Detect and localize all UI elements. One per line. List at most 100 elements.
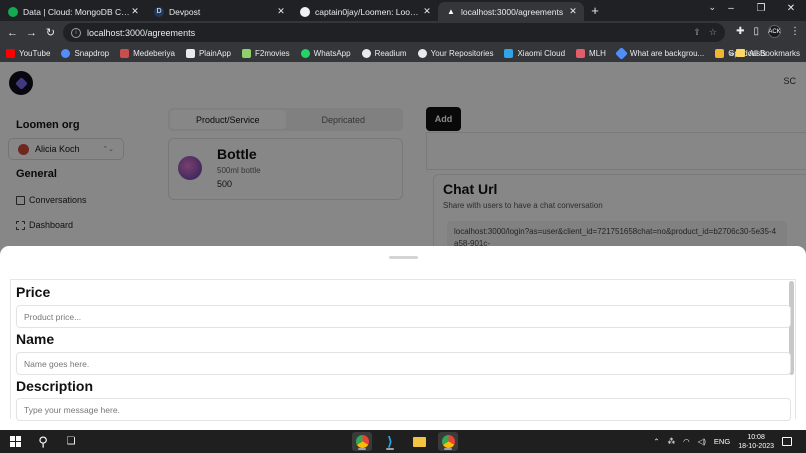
description-label: Description — [16, 378, 94, 394]
diamond-icon — [615, 46, 628, 60]
github-icon — [300, 6, 310, 17]
close-icon[interactable]: ✕ — [276, 6, 286, 17]
chrome-app-icon-2[interactable] — [438, 432, 458, 451]
more-bookmarks-button[interactable]: » — [729, 48, 734, 58]
active-indicator — [386, 448, 394, 450]
new-tab-button[interactable]: + — [584, 2, 606, 21]
github-icon — [417, 48, 427, 58]
readium-icon — [361, 48, 371, 58]
close-icon[interactable]: ✕ — [568, 6, 578, 17]
bottom-drawer: Price Product price... Name Name goes he… — [0, 246, 806, 430]
bookmark-label: Readium — [374, 48, 407, 58]
close-icon[interactable]: ✕ — [422, 6, 432, 17]
bookmark-youtube[interactable]: YouTube — [6, 48, 51, 58]
bookmark-your-repositories[interactable]: Your Repositories — [417, 48, 494, 58]
address-bar[interactable]: i localhost:3000/agreements ⇪ ☆ — [63, 23, 725, 42]
tab-title: Data | Cloud: MongoDB Cloud — [23, 6, 130, 17]
folder-icon — [735, 49, 745, 57]
browser-tab-github[interactable]: captain0jay/Loomen: Loomen is ✕ — [292, 2, 438, 21]
extensions-icon[interactable]: ✚ — [736, 26, 744, 37]
bookmark-xiaomi-cloud[interactable]: Xiaomi Cloud — [504, 48, 565, 58]
web-page: SC Loomen org Alicia Koch ⌃⌄ General Con… — [0, 62, 806, 430]
podcast-icon — [715, 48, 725, 58]
f2movies-icon — [241, 48, 251, 58]
back-icon[interactable]: ← — [3, 27, 22, 39]
bookmark-label: F2movies — [254, 48, 290, 58]
mongodb-icon — [8, 6, 18, 17]
close-icon[interactable]: ✕ — [130, 6, 140, 17]
volume-icon[interactable]: ◁) — [698, 437, 706, 446]
browser-tab-localhost[interactable]: ▲ localhost:3000/agreements ✕ — [438, 2, 584, 21]
bookmark-label: MLH — [589, 48, 606, 58]
menu-icon[interactable]: ⋮ — [790, 26, 800, 37]
bookmark-readium[interactable]: Readium — [361, 48, 407, 58]
medeberiya-icon — [120, 48, 130, 58]
file-explorer-app-icon[interactable] — [409, 432, 429, 451]
youtube-icon — [6, 48, 15, 58]
chevron-up-icon[interactable]: ⌃ — [653, 437, 659, 446]
price-label: Price — [16, 284, 51, 300]
chrome-icon — [441, 435, 455, 448]
wifi-icon[interactable]: ◠ — [683, 437, 690, 446]
reload-icon[interactable]: ↻ — [41, 26, 60, 39]
bookmark-label: WhatsApp — [313, 48, 351, 58]
plainapp-icon — [185, 48, 195, 58]
language-indicator[interactable]: ENG — [714, 437, 730, 446]
profile-avatar[interactable]: ACK — [768, 25, 781, 38]
browser-tab-strip: Data | Cloud: MongoDB Cloud ✕ D Devpost … — [0, 0, 806, 21]
clock[interactable]: 10:08 18-10-2023 — [738, 433, 774, 451]
product-form: Price Product price... Name Name goes he… — [10, 279, 796, 421]
side-panel-icon[interactable]: ▯ — [753, 26, 759, 37]
bookmark-label: PlainApp — [198, 48, 231, 58]
bookmark-label: YouTube — [19, 48, 51, 58]
bookmark-plainapp[interactable]: PlainApp — [185, 48, 231, 58]
browser-tab-devpost[interactable]: D Devpost ✕ — [146, 2, 292, 21]
minimize-icon[interactable]: – — [716, 0, 746, 20]
url-text: localhost:3000/agreements — [87, 27, 196, 38]
tab-title: captain0jay/Loomen: Loomen is — [315, 6, 422, 17]
restore-icon[interactable]: ❐ — [746, 0, 776, 20]
network-icon[interactable]: ⁂ — [668, 437, 676, 446]
bookmark-what-are-backgrounds[interactable]: What are backgrou... — [615, 46, 704, 60]
name-label: Name — [16, 331, 55, 347]
folder-icon — [412, 436, 426, 447]
tab-title: localhost:3000/agreements — [461, 6, 564, 17]
name-input[interactable]: Name goes here. — [16, 352, 791, 375]
chrome-icon — [355, 435, 369, 448]
all-bookmarks-label: All Bookmarks — [748, 48, 800, 58]
windows-start-icon[interactable] — [8, 433, 22, 450]
window-close-icon[interactable]: ✕ — [776, 0, 806, 20]
bookmark-mlh[interactable]: MLH — [576, 48, 606, 58]
all-bookmarks-button[interactable]: All Bookmarks — [735, 48, 800, 58]
bookmark-medeberiya[interactable]: Medeberiya — [120, 48, 175, 58]
notification-icon[interactable] — [782, 437, 792, 446]
bookmark-label: Your Repositories — [430, 48, 494, 58]
snapdrop-icon — [61, 48, 71, 58]
bookmark-whatsapp[interactable]: WhatsApp — [300, 48, 351, 58]
share-icon[interactable]: ⇪ — [693, 27, 701, 38]
info-icon[interactable]: i — [71, 27, 81, 38]
tab-search-icon[interactable]: ⌄ — [708, 2, 716, 13]
star-icon[interactable]: ☆ — [709, 27, 717, 38]
bookmarks-bar: YouTube Snapdrop Medeberiya PlainApp F2m… — [0, 44, 806, 62]
bookmark-label: Medeberiya — [133, 48, 175, 58]
devpost-icon: D — [154, 6, 164, 17]
vscode-app-icon[interactable]: ⟩ — [380, 432, 400, 451]
drawer-handle[interactable] — [389, 256, 418, 259]
system-tray: ⌃ ⁂ ◠ ◁) ENG 10:08 18-10-2023 — [653, 430, 792, 453]
whatsapp-icon — [300, 48, 310, 58]
chrome-app-icon[interactable] — [352, 432, 372, 451]
forward-icon[interactable]: → — [22, 27, 41, 39]
clock-date: 18-10-2023 — [738, 442, 774, 450]
active-indicator — [358, 448, 366, 450]
window-controls: – ❐ ✕ — [716, 0, 806, 20]
price-input[interactable]: Product price... — [16, 305, 791, 328]
tab-title: Devpost — [169, 6, 201, 17]
bookmark-snapdrop[interactable]: Snapdrop — [61, 48, 109, 58]
cloud-icon — [504, 48, 514, 58]
bookmark-f2movies[interactable]: F2movies — [241, 48, 290, 58]
browser-tab-mongodb[interactable]: Data | Cloud: MongoDB Cloud ✕ — [0, 2, 146, 21]
description-textarea[interactable]: Type your message here. — [16, 398, 791, 421]
task-view-icon[interactable]: ❏ — [63, 433, 79, 450]
search-icon[interactable]: ⚲ — [35, 433, 51, 450]
